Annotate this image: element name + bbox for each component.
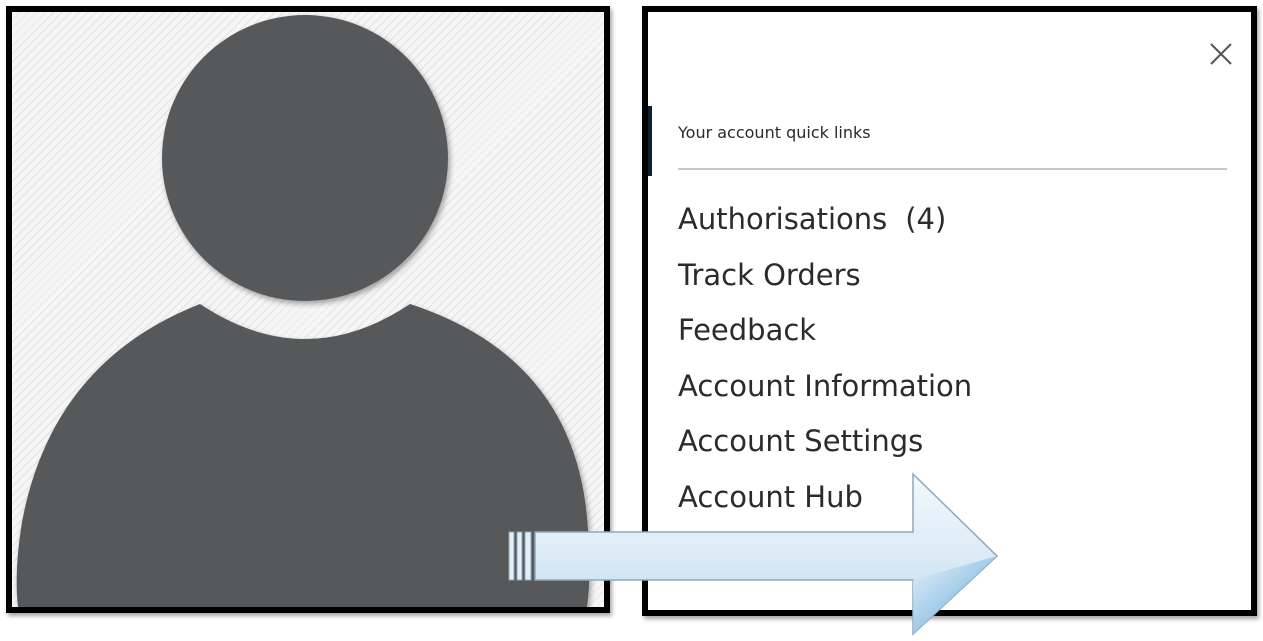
link-authorisations[interactable]: Authorisations (4) xyxy=(678,199,972,255)
authorisations-count-badge: (4) xyxy=(905,202,947,236)
heading-divider xyxy=(678,168,1227,170)
arrow-right-icon xyxy=(508,472,999,636)
link-label: Account Information xyxy=(678,368,973,403)
quick-links-heading: Your account quick links xyxy=(678,123,871,142)
close-button[interactable] xyxy=(1203,36,1239,72)
link-label: Feedback xyxy=(678,313,817,347)
link-label: Authorisations xyxy=(678,202,888,236)
link-label: Account Settings xyxy=(678,424,924,458)
link-label: Track Orders xyxy=(678,257,861,292)
link-track-orders[interactable]: Track Orders xyxy=(678,255,972,311)
link-account-information[interactable]: Account Information xyxy=(678,366,972,422)
link-feedback[interactable]: Feedback xyxy=(678,310,972,366)
panel-edge-accent xyxy=(648,106,652,176)
close-icon xyxy=(1210,43,1232,65)
